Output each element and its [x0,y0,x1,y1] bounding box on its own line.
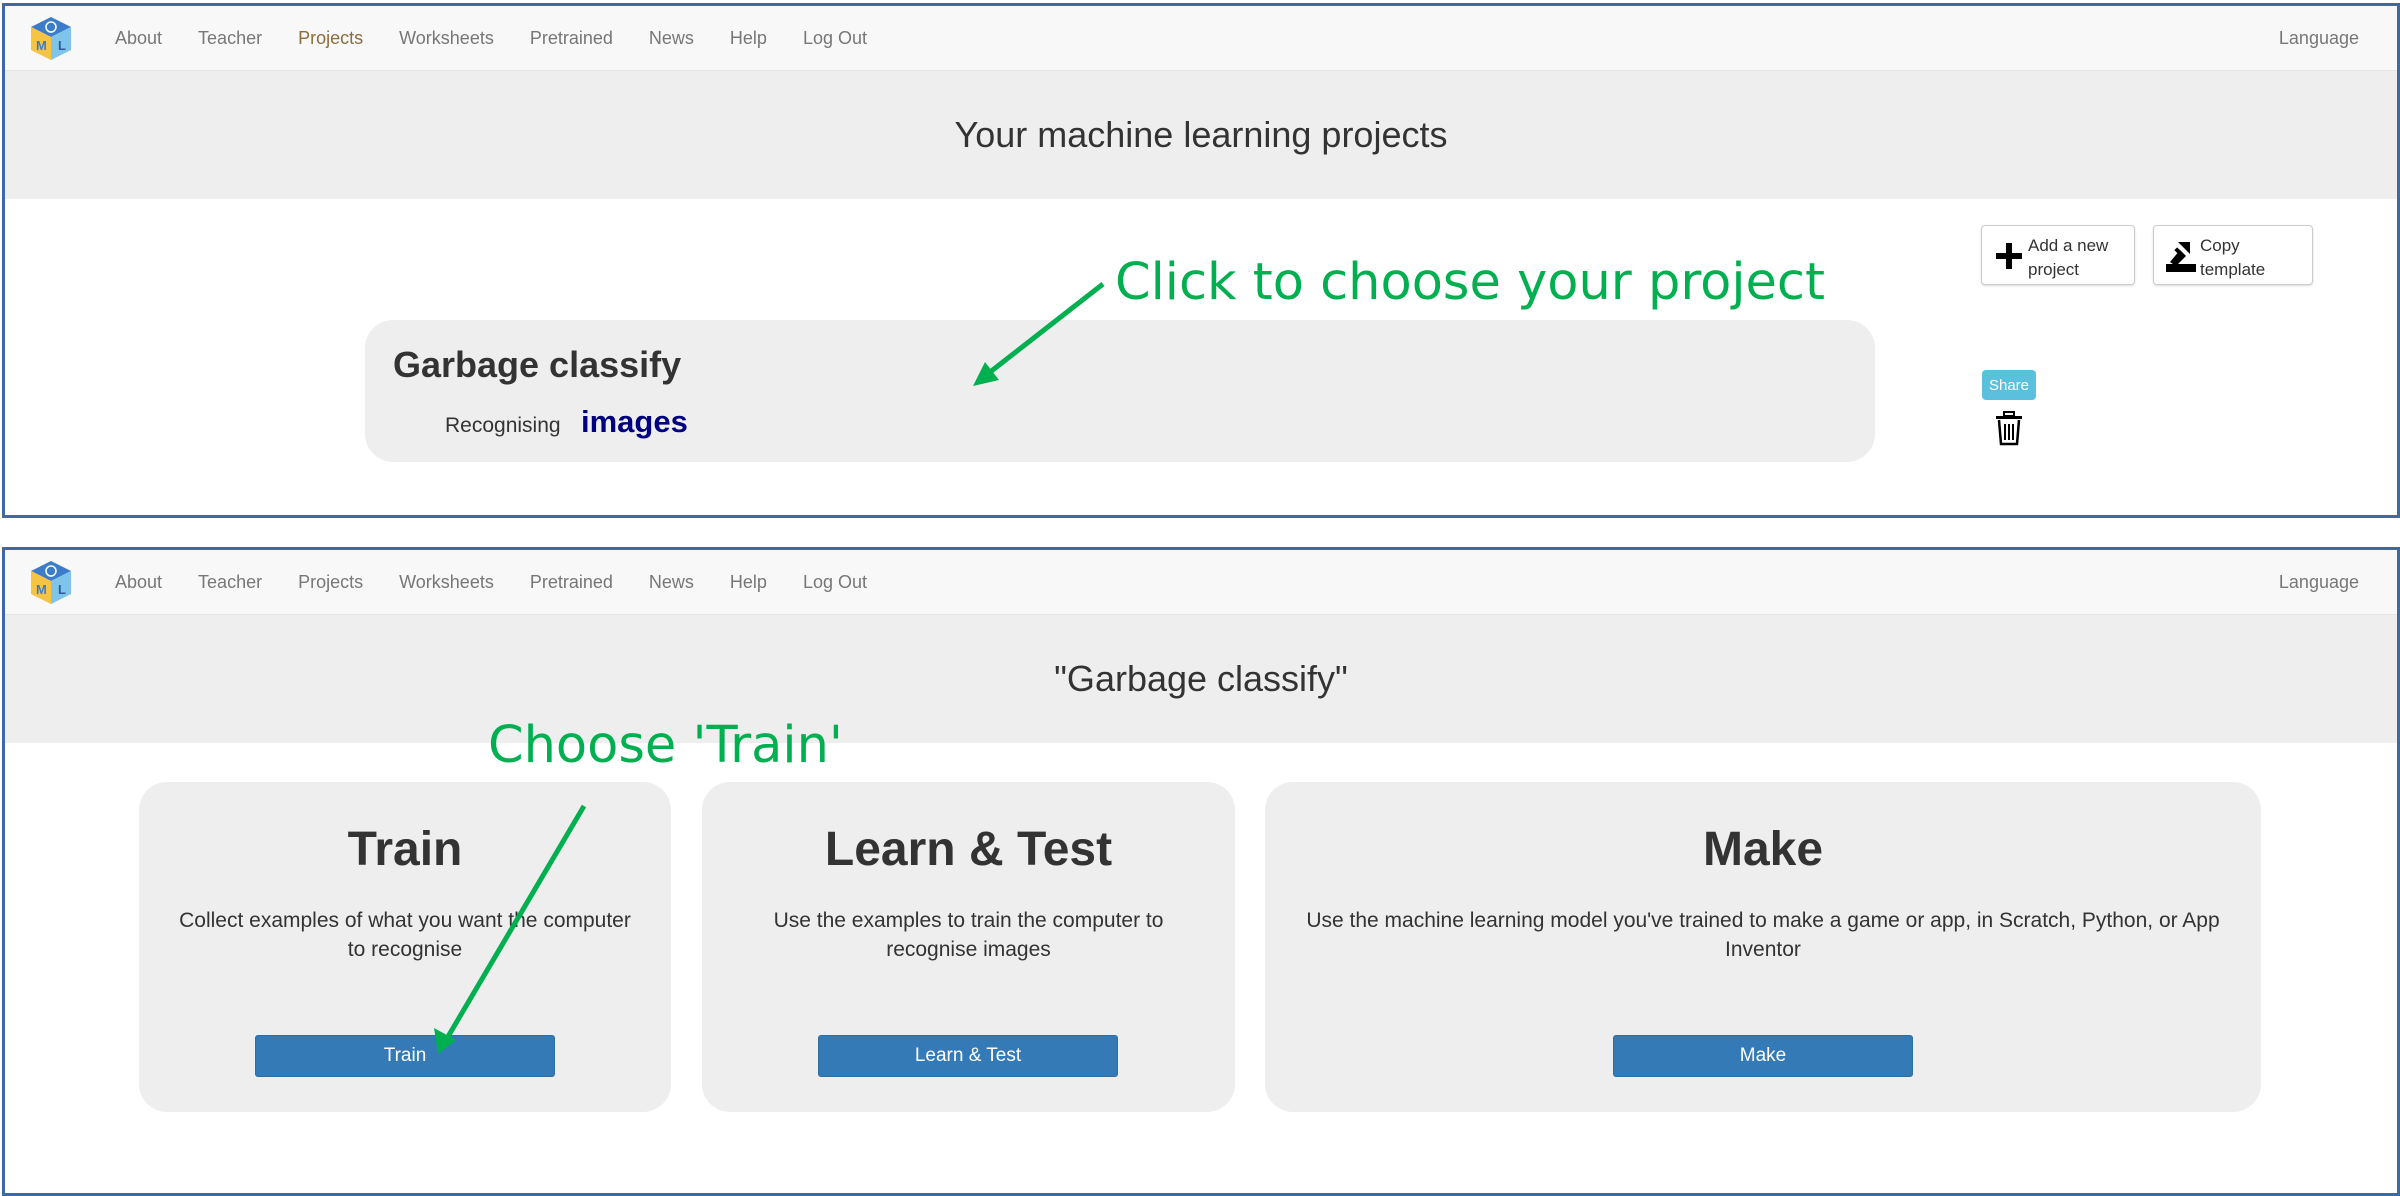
make-title: Make [1702,823,1824,876]
nav-pretrained[interactable]: Pretrained [512,572,631,593]
navbar: M L About Teacher Projects Worksheets Pr… [5,550,2397,615]
learn-test-button[interactable]: Learn & Test [818,1035,1118,1077]
nav-logout[interactable]: Log Out [785,572,885,593]
learn-test-card: Learn & Test Use the examples to train t… [702,782,1235,1112]
svg-text:M: M [36,582,47,597]
nav-about[interactable]: About [97,572,180,593]
page-title: "Garbage classify" [5,615,2397,743]
learn-test-title: Learn & Test [824,823,1113,876]
nav-news[interactable]: News [631,572,712,593]
train-description: Collect examples of what you want the co… [179,909,631,961]
nav-teacher[interactable]: Teacher [180,572,280,593]
train-title: Train [347,823,463,876]
nav-worksheets[interactable]: Worksheets [381,572,512,593]
annotation-choose-train: Choose 'Train' [488,716,843,775]
make-button[interactable]: Make [1613,1035,1913,1077]
nav-menu: About Teacher Projects Worksheets Pretra… [97,550,885,614]
arrow-annotation [973,282,1105,386]
nav-projects[interactable]: Projects [280,572,381,593]
projects-screenshot-panel: M L About Teacher Projects Worksheets Pr… [2,3,2400,518]
make-card: Make Use the machine learning model you'… [1265,782,2261,1112]
learn-test-description: Use the examples to train the computer t… [773,909,1164,961]
nav-help[interactable]: Help [712,572,785,593]
train-card: Train Collect examples of what you want … [139,782,671,1112]
nav-language[interactable]: Language [2279,550,2359,614]
train-button[interactable]: Train [255,1035,555,1077]
make-description: Use the machine learning model you've tr… [1306,909,2220,961]
svg-text:L: L [58,582,66,597]
logo-cube-icon[interactable]: M L [27,558,75,606]
